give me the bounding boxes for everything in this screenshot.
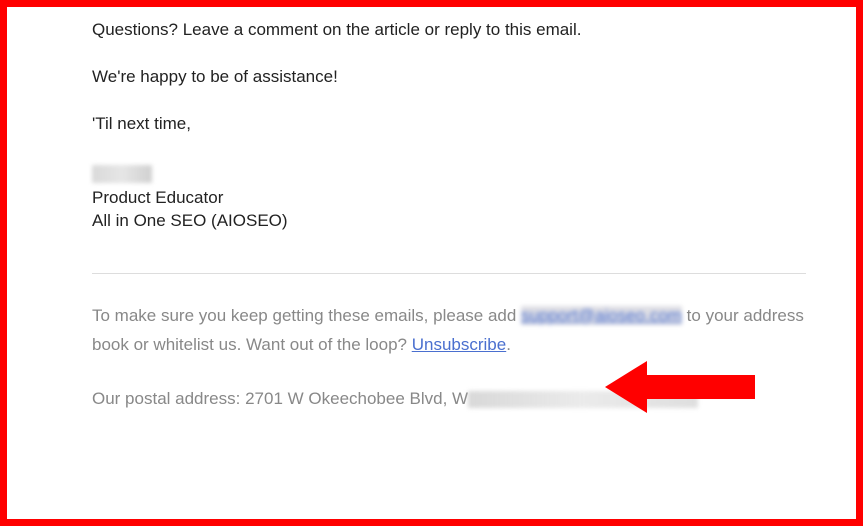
support-email-redacted: support@aioseo.com: [521, 306, 682, 325]
sender-company: All in One SEO (AIOSEO): [92, 210, 806, 233]
postal-prefix: Our postal address: 2701 W Okeechobee Bl…: [92, 389, 468, 408]
support-email-link[interactable]: support@aioseo.com: [521, 306, 682, 325]
screenshot-frame: Questions? Leave a comment on the articl…: [0, 0, 863, 526]
unsubscribe-link[interactable]: Unsubscribe: [412, 335, 507, 354]
postal-address-redacted: [468, 391, 698, 408]
postal-address-line: Our postal address: 2701 W Okeechobee Bl…: [92, 385, 806, 414]
body-paragraph-1: Questions? Leave a comment on the articl…: [92, 19, 806, 42]
footer-text-pre: To make sure you keep getting these emai…: [92, 306, 521, 325]
sender-title: Product Educator: [92, 187, 806, 210]
sender-name-redacted: [92, 165, 152, 183]
signature-block: Product Educator All in One SEO (AIOSEO): [92, 164, 806, 233]
body-paragraph-2: We're happy to be of assistance!: [92, 66, 806, 89]
footer-divider: [92, 273, 806, 274]
email-footer: To make sure you keep getting these emai…: [92, 302, 806, 415]
footer-period: .: [506, 335, 511, 354]
body-paragraph-3: 'Til next time,: [92, 113, 806, 136]
email-content: Questions? Leave a comment on the articl…: [92, 19, 806, 414]
